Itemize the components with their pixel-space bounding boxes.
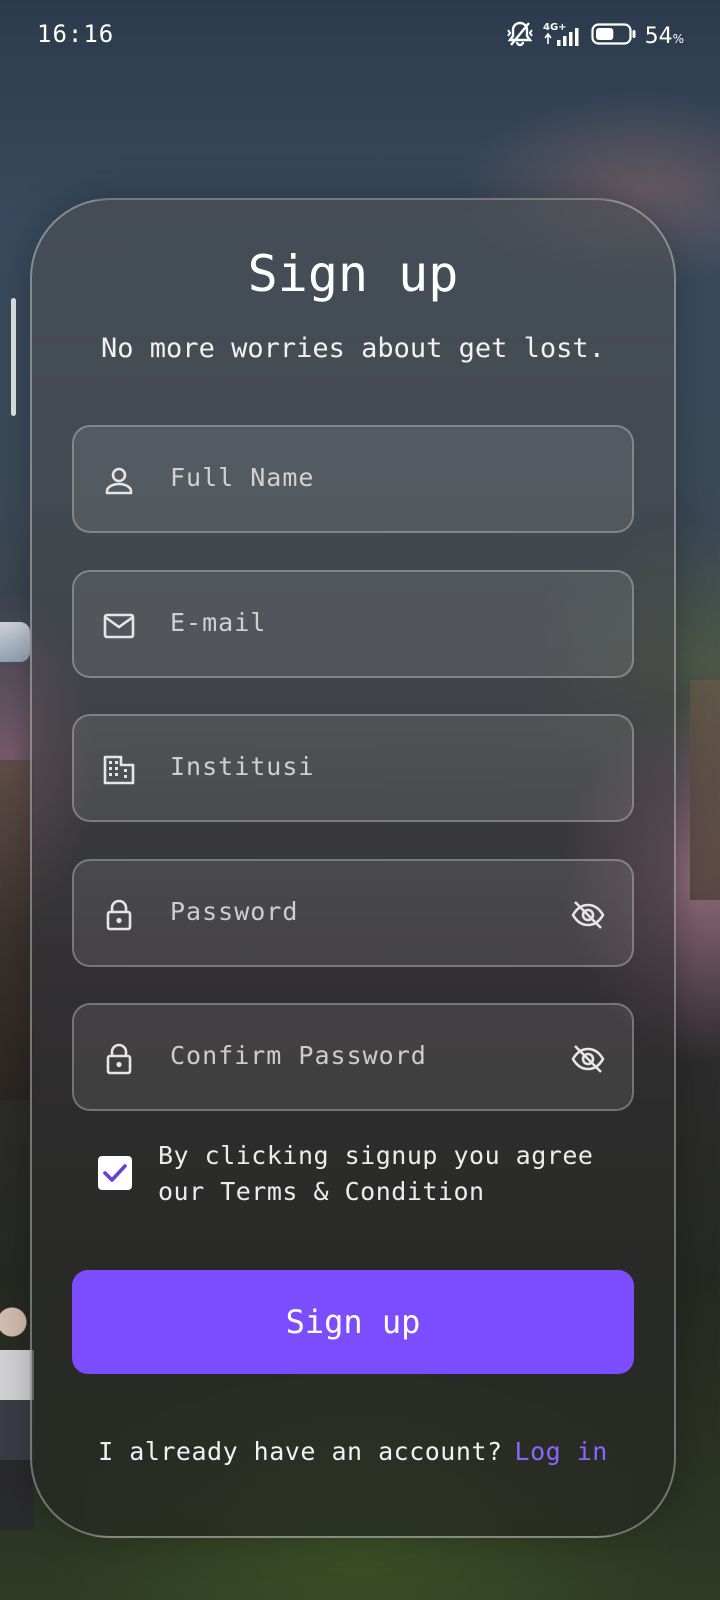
terms-agreement: By clicking signup you agree our Terms &… (98, 1138, 638, 1218)
login-prompt-text: I already have an account? (98, 1437, 503, 1466)
background-house-right (690, 680, 720, 900)
terms-checkbox[interactable] (98, 1156, 132, 1190)
battery-percent-unit: % (672, 31, 684, 46)
building-icon (102, 753, 136, 787)
institution-placeholder: Institusi (170, 752, 315, 781)
eye-off-icon[interactable] (570, 897, 606, 933)
status-icons: 4G+ 54% (505, 20, 684, 52)
password-placeholder: Password (170, 897, 299, 926)
person-icon (102, 464, 136, 498)
eye-off-icon[interactable] (570, 1041, 606, 1077)
terms-text: By clicking signup you agree our Terms &… (158, 1141, 594, 1206)
network-type-label: 4G+ (543, 22, 567, 33)
page-title: Sign up (247, 245, 459, 303)
mail-icon (102, 609, 136, 643)
confirm-password-field[interactable]: Confirm Password (72, 1003, 634, 1111)
status-time: 16:16 (37, 20, 115, 48)
email-placeholder: E-mail (170, 608, 267, 637)
mute-vibrate-icon (505, 20, 535, 52)
email-field[interactable]: E-mail (72, 570, 634, 678)
battery-percent-value: 54 (644, 23, 673, 49)
institution-field[interactable]: Institusi (72, 714, 634, 822)
battery-fill (595, 28, 613, 40)
checkmark-icon (103, 1164, 127, 1182)
background-character (0, 1300, 34, 1530)
full-name-field[interactable]: Full Name (72, 425, 634, 533)
battery-percent: 54% (645, 24, 684, 49)
login-link[interactable]: Log in (515, 1437, 608, 1466)
confirm-password-placeholder: Confirm Password (170, 1041, 427, 1070)
signal-icon: 4G+ (543, 20, 583, 52)
signup-screen: 16:16 4G+ 54% Sign up No more worries ab… (0, 0, 720, 1600)
status-bar: 16:16 4G+ 54% (0, 0, 720, 72)
lock-icon (102, 1042, 136, 1076)
full-name-placeholder: Full Name (170, 463, 315, 492)
login-prompt-row: I already have an account? Log in (0, 1437, 706, 1466)
battery-icon (590, 22, 637, 50)
lock-icon (102, 898, 136, 932)
background-train (0, 622, 30, 662)
background-house-left (0, 760, 34, 1100)
password-field[interactable]: Password (72, 859, 634, 967)
page-subtitle: No more worries about get lost. (101, 333, 605, 364)
signup-button[interactable]: Sign up (72, 1270, 634, 1374)
